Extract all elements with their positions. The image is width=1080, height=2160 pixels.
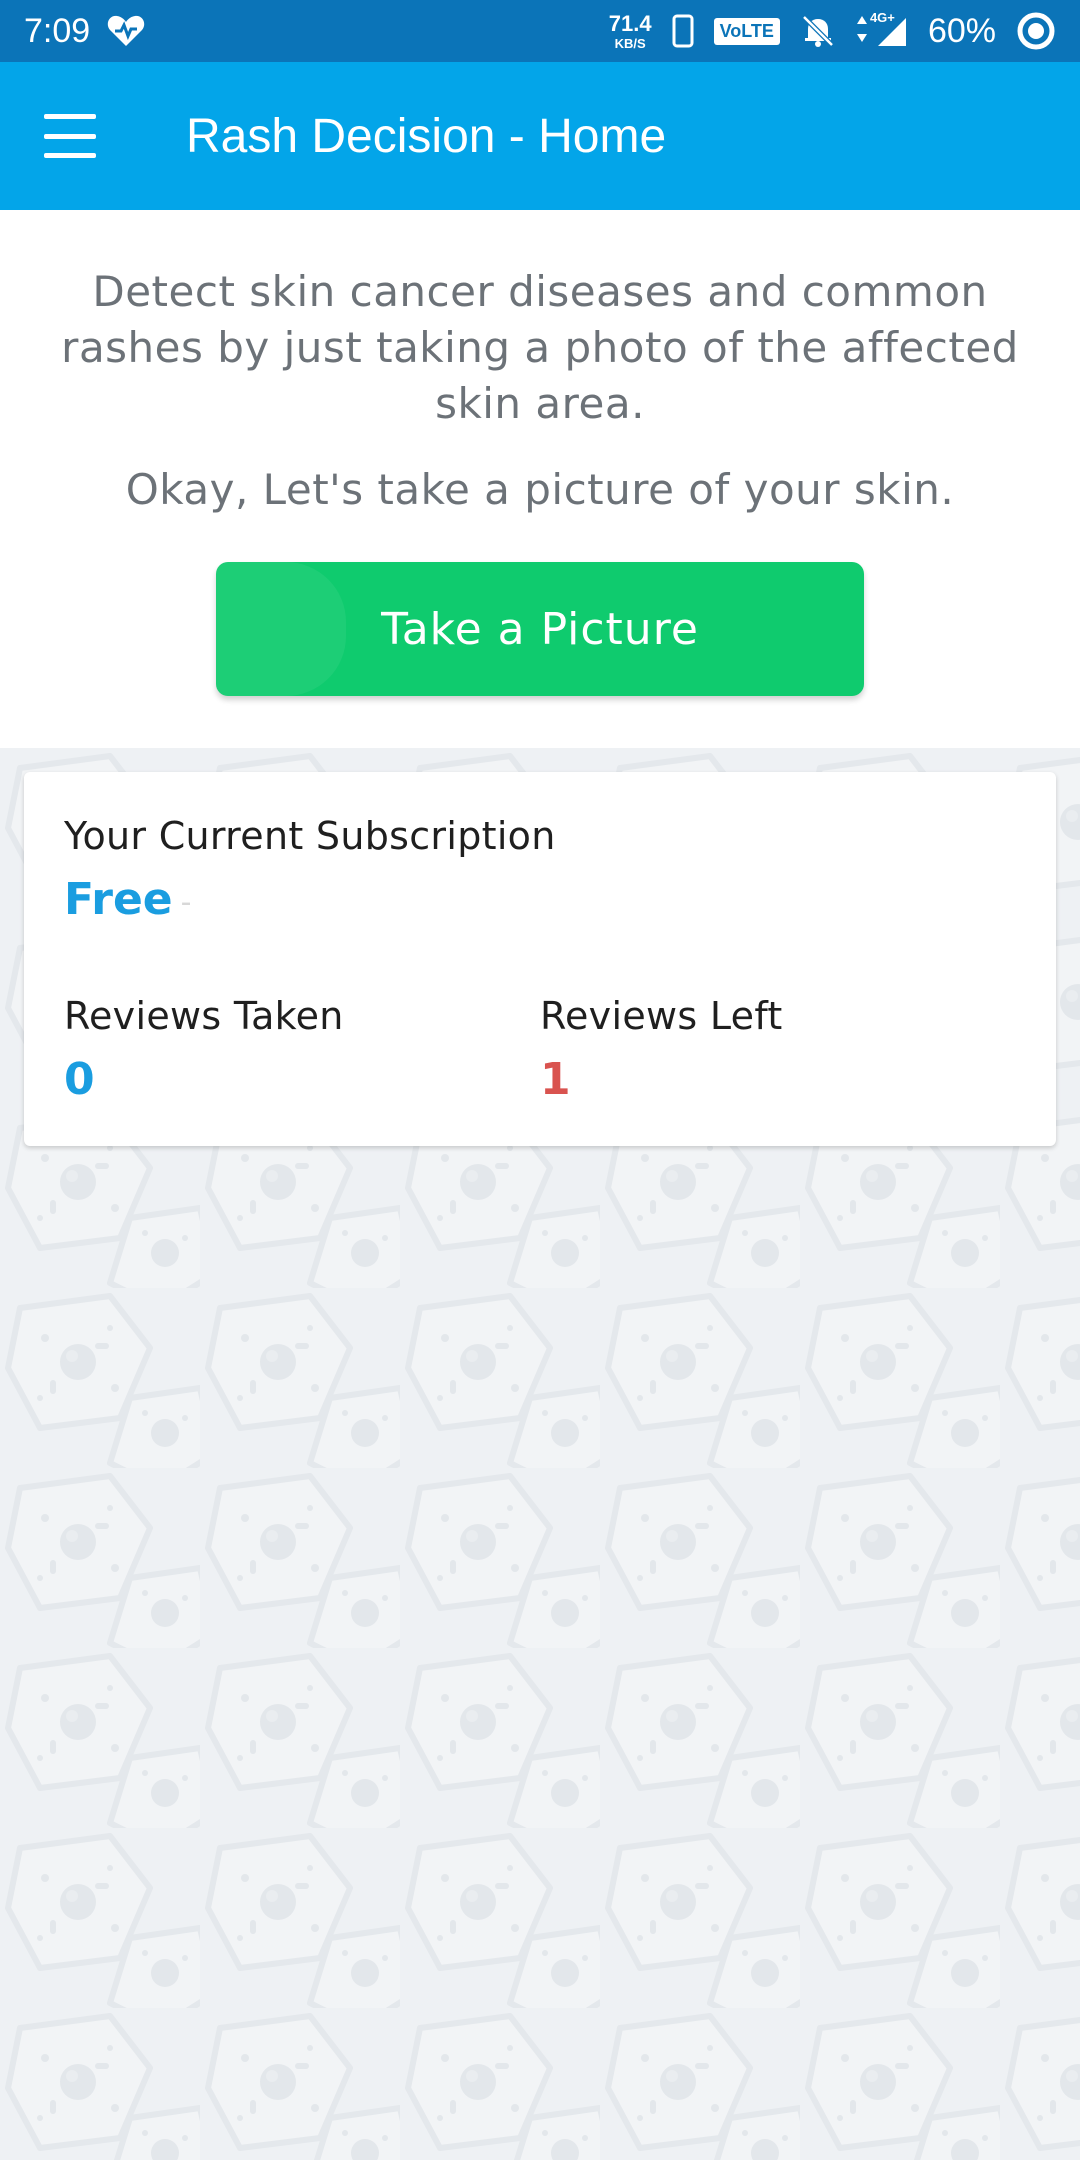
notifications-off-icon <box>802 15 834 47</box>
network-speed-unit: KB/S <box>614 35 646 51</box>
network-speed-value: 71.4 <box>608 10 652 36</box>
reviews-left-label: Reviews Left <box>540 994 783 1038</box>
status-time: 7:09 <box>24 11 91 50</box>
subscription-plan-name: Free <box>64 874 173 925</box>
page-title: Rash Decision - Home <box>186 109 667 163</box>
status-bar: 7:09 71.4 KB/S VoLTE 4G+ 60% <box>0 0 1080 62</box>
phone-icon <box>672 14 694 48</box>
app-bar: Rash Decision - Home <box>0 62 1080 210</box>
signal-group: 4G+ <box>856 10 908 48</box>
status-icons: 71.4 KB/S VoLTE 4G+ 60% <box>608 10 1056 51</box>
volte-badge: VoLTE <box>713 17 780 45</box>
reviews-left-value: 1 <box>540 1054 571 1105</box>
intro-section: Detect skin cancer diseases and common r… <box>0 210 1080 748</box>
subscription-heading: Your Current Subscription <box>64 814 556 858</box>
intro-description: Detect skin cancer diseases and common r… <box>61 267 1019 428</box>
intro-prompt: Okay, Let's take a picture of your skin. <box>125 465 955 514</box>
subscription-card: Your Current Subscription Free - Reviews … <box>24 772 1056 1146</box>
menu-bar <box>44 133 96 139</box>
data-arrows-icon <box>856 16 867 42</box>
take-picture-label: Take a Picture <box>381 603 699 655</box>
reviews-taken-value: 0 <box>64 1054 95 1105</box>
menu-bar <box>44 114 96 119</box>
battery-percent: 60% <box>927 11 996 50</box>
network-speed: 71.4 KB/S <box>608 10 652 51</box>
menu-bar <box>44 153 96 158</box>
battery-icon <box>1017 12 1055 50</box>
hamburger-menu-icon[interactable] <box>44 112 104 160</box>
take-picture-button[interactable]: Take a Picture <box>216 562 864 696</box>
subscription-plan: Free - <box>64 874 191 925</box>
reviews-taken-label: Reviews Taken <box>64 994 344 1038</box>
heart-icon <box>107 15 145 46</box>
subscription-plan-suffix: - <box>180 884 192 920</box>
signal-icon <box>877 18 906 46</box>
button-ripple <box>216 562 346 696</box>
